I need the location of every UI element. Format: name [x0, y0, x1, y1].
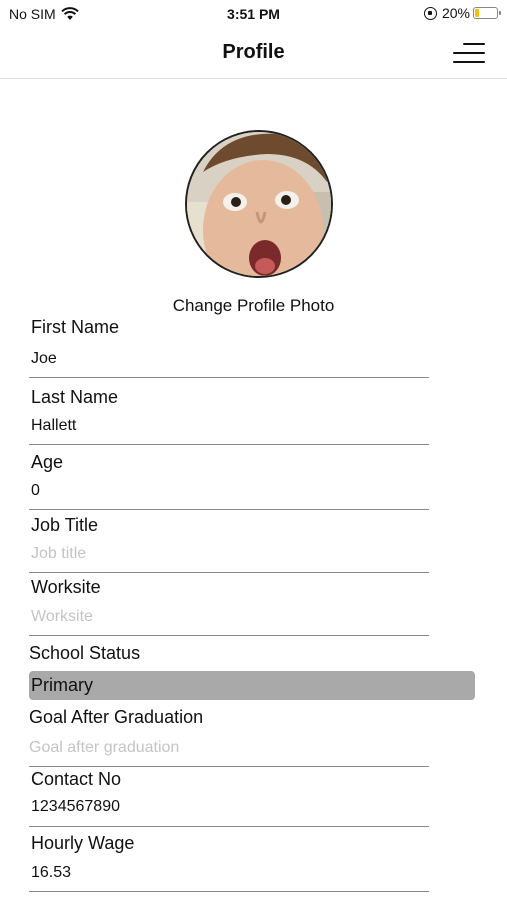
change-profile-photo-link[interactable]: Change Profile Photo	[0, 296, 507, 316]
job-title-label: Job Title	[31, 515, 99, 535]
goal-label: Goal After Graduation	[29, 707, 204, 727]
first-name-label: First Name	[31, 317, 120, 337]
avatar-photo	[187, 132, 331, 276]
school-status-label: School Status	[29, 643, 141, 663]
age-divider	[29, 509, 429, 510]
avatar[interactable]	[185, 130, 333, 278]
contact-divider	[29, 826, 429, 827]
battery-percent: 20%	[441, 5, 470, 21]
job-title-divider	[29, 572, 429, 573]
last-name-label: Last Name	[31, 387, 119, 407]
status-right: 20%	[423, 5, 501, 21]
school-status-select[interactable]: Primary	[29, 671, 475, 700]
hamburger-menu-icon[interactable]	[451, 40, 485, 66]
hourly-wage-divider	[29, 891, 429, 892]
age-label: Age	[31, 452, 64, 472]
battery-icon	[473, 7, 501, 19]
job-title-field[interactable]: Job title	[31, 545, 86, 563]
goal-divider	[29, 766, 429, 767]
first-name-divider	[29, 377, 429, 378]
last-name-field[interactable]: Hallett	[31, 417, 76, 435]
battery-fill	[475, 9, 479, 17]
hourly-wage-field[interactable]: 16.53	[31, 864, 71, 882]
first-name-field[interactable]: Joe	[31, 350, 57, 368]
status-bar: No SIM 3:51 PM 20%	[0, 0, 507, 28]
worksite-divider	[29, 635, 429, 636]
contact-field[interactable]: 1234567890	[31, 798, 120, 816]
orientation-lock-icon	[423, 6, 437, 20]
page-title: Profile	[222, 41, 285, 63]
contact-label: Contact No	[31, 769, 122, 789]
worksite-label: Worksite	[31, 577, 101, 597]
worksite-field[interactable]: Worksite	[31, 608, 93, 626]
nav-bar: Profile	[0, 28, 507, 79]
goal-field[interactable]: Goal after graduation	[29, 739, 179, 757]
age-field[interactable]: 0	[31, 482, 40, 500]
hourly-wage-label: Hourly Wage	[31, 833, 135, 853]
last-name-divider	[29, 444, 429, 445]
